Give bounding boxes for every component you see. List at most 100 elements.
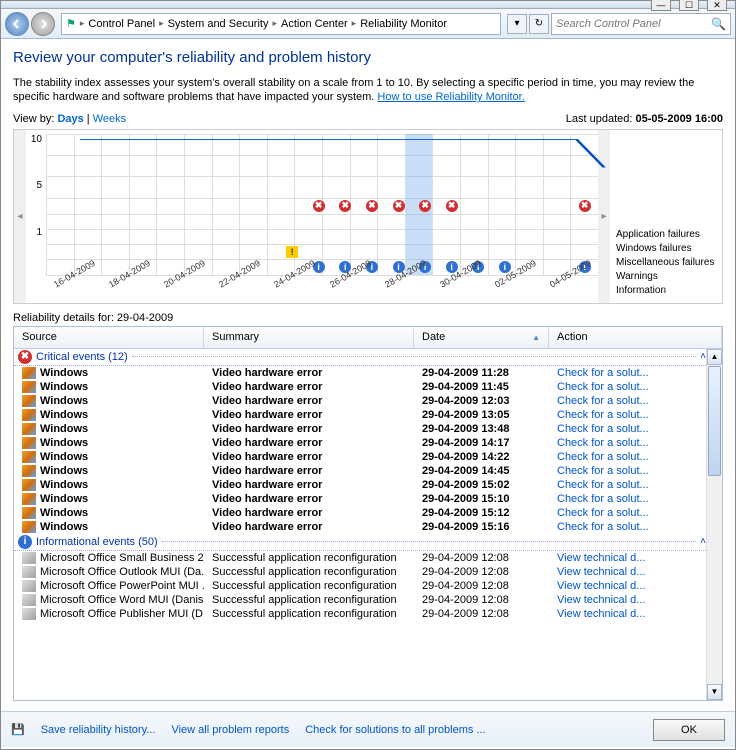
last-updated: Last updated: 05-05-2009 16:00 xyxy=(566,113,723,125)
check-solution-link[interactable]: Check for a solut... xyxy=(557,465,649,477)
event-row[interactable]: WindowsVideo hardware error29-04-2009 11… xyxy=(14,366,722,380)
event-row[interactable]: Microsoft Office PowerPoint MUI ...Succe… xyxy=(14,579,722,593)
event-row[interactable]: WindowsVideo hardware error29-04-2009 15… xyxy=(14,520,722,534)
y-tick: 1 xyxy=(36,227,42,238)
info-icon: i xyxy=(18,535,32,549)
windows-icon xyxy=(22,451,36,463)
check-solution-link[interactable]: Check for a solut... xyxy=(557,409,649,421)
error-icon[interactable]: ✖ xyxy=(339,200,351,212)
chart-row-label: Warnings xyxy=(616,271,716,285)
viewby-days[interactable]: Days xyxy=(57,113,83,125)
search-input[interactable] xyxy=(556,18,711,30)
address-dropdown-button[interactable]: ▾ xyxy=(507,14,527,34)
view-details-link[interactable]: View technical d... xyxy=(557,566,645,578)
windows-icon xyxy=(22,465,36,477)
event-row[interactable]: Microsoft Office Small Business 20...Suc… xyxy=(14,551,722,565)
viewby-weeks[interactable]: Weeks xyxy=(93,113,126,125)
search-icon[interactable]: 🔍 xyxy=(711,17,726,31)
crumb-system-security[interactable]: System and Security xyxy=(168,18,269,30)
warning-icon[interactable]: ! xyxy=(286,246,298,258)
event-row[interactable]: WindowsVideo hardware error29-04-2009 13… xyxy=(14,408,722,422)
check-solution-link[interactable]: Check for a solut... xyxy=(557,493,649,505)
check-solution-link[interactable]: Check for a solut... xyxy=(557,423,649,435)
col-source[interactable]: Source xyxy=(14,327,204,348)
check-solutions-link[interactable]: Check for solutions to all problems ... xyxy=(305,724,485,736)
event-row[interactable]: WindowsVideo hardware error29-04-2009 13… xyxy=(14,422,722,436)
sort-asc-icon: ▲ xyxy=(532,333,540,342)
refresh-button[interactable]: ↻ xyxy=(529,14,549,34)
event-row[interactable]: WindowsVideo hardware error29-04-2009 14… xyxy=(14,450,722,464)
view-reports-link[interactable]: View all problem reports xyxy=(171,724,289,736)
col-date[interactable]: Date▲ xyxy=(414,327,549,348)
event-row[interactable]: WindowsVideo hardware error29-04-2009 15… xyxy=(14,492,722,506)
howto-link[interactable]: How to use Reliability Monitor. xyxy=(377,91,524,103)
details-header: Reliability details for: 29-04-2009 xyxy=(13,312,723,324)
chevron-right-icon: ▸ xyxy=(272,18,277,29)
footer-bar: 💾 Save reliability history... View all p… xyxy=(1,711,735,747)
error-icon[interactable]: ✖ xyxy=(393,200,405,212)
app-icon xyxy=(22,580,36,592)
chevron-right-icon: ▸ xyxy=(352,18,357,29)
window-maximize-button[interactable]: ☐ xyxy=(679,0,699,11)
crumb-action-center[interactable]: Action Center xyxy=(281,18,348,30)
col-summary[interactable]: Summary xyxy=(204,327,414,348)
check-solution-link[interactable]: Check for a solut... xyxy=(557,395,649,407)
save-icon: 💾 xyxy=(11,723,25,736)
windows-icon xyxy=(22,395,36,407)
nav-back-button[interactable] xyxy=(5,12,29,36)
chart-scroll-right[interactable]: ▸ xyxy=(598,130,610,303)
nav-forward-button[interactable] xyxy=(31,12,55,36)
view-details-link[interactable]: View technical d... xyxy=(557,580,645,592)
viewby-row: View by: Days | Weeks xyxy=(13,113,126,125)
check-solution-link[interactable]: Check for a solut... xyxy=(557,479,649,491)
check-solution-link[interactable]: Check for a solut... xyxy=(557,451,649,463)
grid-scrollbar[interactable]: ▲ ▼ xyxy=(706,349,722,700)
check-solution-link[interactable]: Check for a solut... xyxy=(557,381,649,393)
error-icon[interactable]: ✖ xyxy=(366,200,378,212)
check-solution-link[interactable]: Check for a solut... xyxy=(557,521,649,533)
check-solution-link[interactable]: Check for a solut... xyxy=(557,367,649,379)
windows-icon xyxy=(22,367,36,379)
check-solution-link[interactable]: Check for a solut... xyxy=(557,507,649,519)
save-history-link[interactable]: Save reliability history... xyxy=(41,724,156,736)
windows-icon xyxy=(22,507,36,519)
event-row[interactable]: WindowsVideo hardware error29-04-2009 11… xyxy=(14,380,722,394)
view-details-link[interactable]: View technical d... xyxy=(557,608,645,620)
window-close-button[interactable]: ✕ xyxy=(707,0,727,11)
crumb-reliability-monitor[interactable]: Reliability Monitor xyxy=(360,18,447,30)
scroll-thumb[interactable] xyxy=(708,366,721,476)
event-row[interactable]: WindowsVideo hardware error29-04-2009 14… xyxy=(14,436,722,450)
event-row[interactable]: WindowsVideo hardware error29-04-2009 15… xyxy=(14,478,722,492)
error-icon[interactable]: ✖ xyxy=(446,200,458,212)
search-box[interactable]: 🔍 xyxy=(551,13,731,35)
grid-header: Source Summary Date▲ Action xyxy=(14,327,722,349)
col-action[interactable]: Action xyxy=(549,327,722,348)
group-critical[interactable]: ✖Critical events (12)˄ xyxy=(14,349,722,366)
view-details-link[interactable]: View technical d... xyxy=(557,552,645,564)
event-row[interactable]: Microsoft Office Word MUI (Danis...Succe… xyxy=(14,593,722,607)
check-solution-link[interactable]: Check for a solut... xyxy=(557,437,649,449)
scroll-down-button[interactable]: ▼ xyxy=(707,684,722,700)
flag-icon: ⚑ xyxy=(66,17,76,30)
event-row[interactable]: Microsoft Office Outlook MUI (Da...Succe… xyxy=(14,565,722,579)
chart-scroll-left[interactable]: ◂ xyxy=(14,130,26,303)
breadcrumb[interactable]: ⚑ ▸ Control Panel ▸ System and Security … xyxy=(61,13,501,35)
scroll-up-button[interactable]: ▲ xyxy=(707,349,722,365)
window-minimize-button[interactable]: — xyxy=(651,0,671,11)
event-row[interactable]: WindowsVideo hardware error29-04-2009 14… xyxy=(14,464,722,478)
event-row[interactable]: WindowsVideo hardware error29-04-2009 15… xyxy=(14,506,722,520)
error-icon[interactable]: ✖ xyxy=(579,200,591,212)
chart-row-label: Miscellaneous failures xyxy=(616,257,716,271)
ok-button[interactable]: OK xyxy=(653,719,725,741)
chart-row-label: Application failures xyxy=(616,229,716,243)
error-icon[interactable]: ✖ xyxy=(419,200,431,212)
crumb-control-panel[interactable]: Control Panel xyxy=(88,18,155,30)
reliability-chart: ◂ 1051✖✖✖✖✖✖✖!iiiiiiiii16-04-200918-04-2… xyxy=(13,129,723,304)
event-row[interactable]: WindowsVideo hardware error29-04-2009 12… xyxy=(14,394,722,408)
windows-icon xyxy=(22,479,36,491)
y-tick: 5 xyxy=(36,180,42,191)
error-icon[interactable]: ✖ xyxy=(313,200,325,212)
group-informational[interactable]: iInformational events (50)˄ xyxy=(14,534,722,551)
event-row[interactable]: Microsoft Office Publisher MUI (D...Succ… xyxy=(14,607,722,621)
view-details-link[interactable]: View technical d... xyxy=(557,594,645,606)
